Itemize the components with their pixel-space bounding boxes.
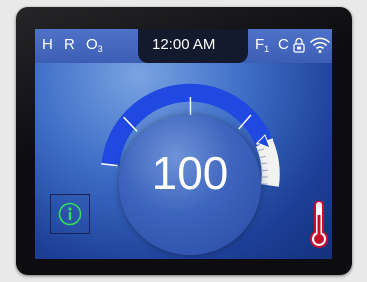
status-bar: H R O3 12:00 AM F1 C (35, 29, 332, 63)
gauge-remaining-arc (255, 139, 280, 187)
status-ozone-sub: 3 (97, 44, 103, 54)
status-ozone: O3 (86, 36, 103, 55)
setpoint-value: 100 (151, 147, 229, 199)
status-filter: F1 (255, 36, 270, 55)
status-filter-sub: 1 (264, 44, 270, 54)
thermometer-icon[interactable] (308, 201, 330, 251)
display-screen: H R O3 12:00 AM F1 C 100 (35, 29, 332, 259)
status-ozone-label: O (86, 36, 98, 53)
status-r: R (64, 36, 75, 53)
info-icon (58, 202, 82, 226)
status-h: H (42, 36, 53, 53)
lock-icon (293, 37, 305, 53)
clock-time: 12:00 AM (152, 36, 216, 53)
status-c: C (278, 36, 289, 53)
status-filter-label: F (255, 36, 265, 53)
info-button[interactable] (50, 194, 90, 234)
wifi-icon (309, 37, 331, 53)
